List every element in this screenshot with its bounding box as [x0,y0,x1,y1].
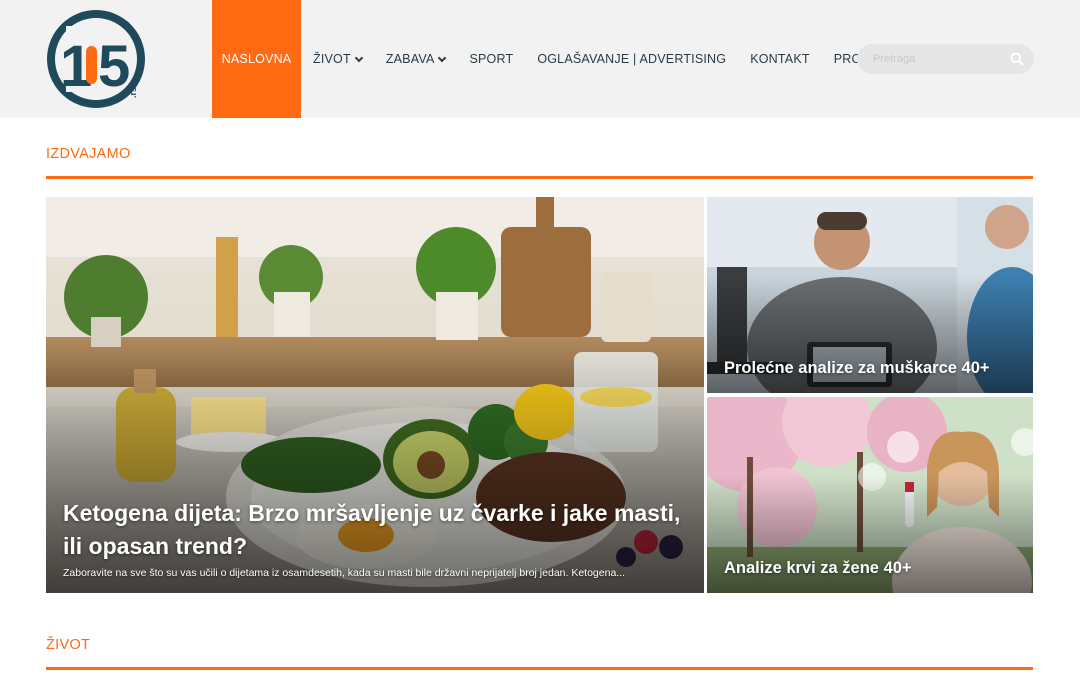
search-icon[interactable] [1010,52,1024,66]
nav-label: ZABAVA [385,52,435,66]
section-divider [46,667,1033,670]
title-line: ili opasan trend? [63,533,248,559]
nav-item-kontakt[interactable]: KONTAKT [738,0,822,118]
site-logo[interactable]: 1 5 .rs [46,8,150,112]
nav-item-sport[interactable]: SPORT [457,0,525,118]
featured-side-title-men[interactable]: Prolećne analize za muškarce 40+ [724,359,990,378]
chevron-down-icon [438,53,447,62]
nav-item-zivot[interactable]: ŽIVOT [301,0,374,118]
nav-item-advertising[interactable]: OGLAŠAVANJE | ADVERTISING [525,0,738,118]
nav-label: OGLAŠAVANJE | ADVERTISING [537,52,727,66]
svg-text:5: 5 [98,34,130,99]
featured-main-excerpt: Zaboravite na sve što su vas učili o dij… [63,567,626,579]
chevron-down-icon [354,53,364,62]
nav-label: ŽIVOT [313,52,351,66]
section-title-life[interactable]: ŽIVOT [46,637,90,653]
svg-text:.rs: .rs [128,87,138,98]
nav-item-zabava[interactable]: ZABAVA [374,0,458,118]
nav-label: KONTAKT [750,52,810,66]
search-input[interactable] [857,44,997,74]
site-header: 1 5 .rs NASLOVNA ŽIVOT ZABAVA SPORT OGLA… [0,0,1080,118]
featured-side-card-women[interactable]: Analize krvi za žene 40+ [707,397,1033,593]
featured-main-title[interactable]: Ketogena dijeta: Brzo mršavljenje uz čva… [63,497,680,563]
featured-side-card-men[interactable]: Prolećne analize za muškarce 40+ [707,197,1033,393]
featured-main-card[interactable]: Ketogena dijeta: Brzo mršavljenje uz čva… [46,197,704,593]
nav-item-naslovna[interactable]: NASLOVNA [212,0,301,118]
nav-label: NASLOVNA [221,52,292,66]
title-line: Ketogena dijeta: Brzo mršavljenje uz čva… [63,500,681,526]
section-divider [46,176,1033,179]
main-nav: NASLOVNA ŽIVOT ZABAVA SPORT OGLAŠAVANJE … [212,0,894,118]
featured-side-title-women[interactable]: Analize krvi za žene 40+ [724,559,912,578]
section-title-featured: IZDVAJAMO [46,146,131,162]
nav-label: SPORT [469,52,514,66]
search-box [857,44,1034,74]
